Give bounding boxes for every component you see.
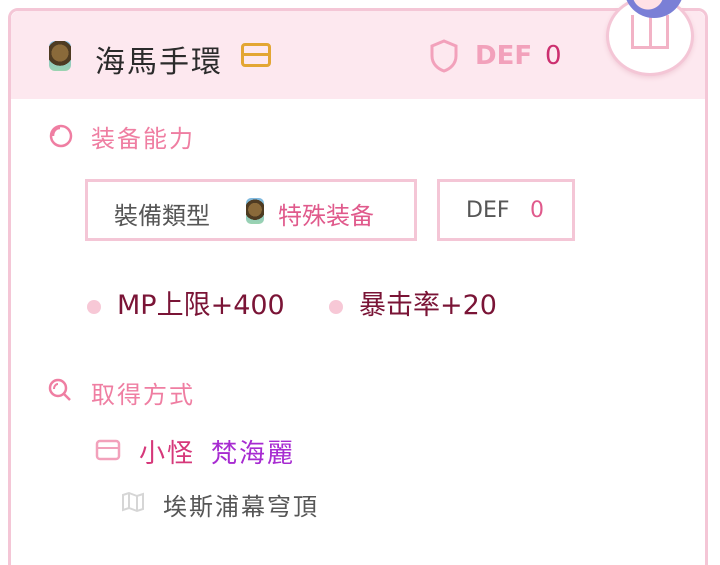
spiral-icon bbox=[49, 124, 73, 148]
bracelet-item-icon bbox=[49, 41, 71, 71]
location-name: 埃斯浦幕穹頂 bbox=[163, 493, 319, 521]
header-def-label: DEF bbox=[475, 41, 533, 71]
bullet-dot bbox=[329, 300, 343, 314]
item-detail-card: 海馬手環 DEF 0 装备能力 裝備類型 特殊装备 DEF 0 MP上限+400… bbox=[8, 8, 708, 565]
monster-name-link[interactable]: 梵海麗 bbox=[211, 433, 295, 470]
stat-crit: 暴击率+20 bbox=[359, 290, 497, 321]
def-tag: DEF 0 bbox=[437, 179, 575, 241]
bracelet-item-icon bbox=[246, 198, 264, 224]
header-def-value: 0 bbox=[545, 41, 562, 71]
item-header: 海馬手環 DEF 0 bbox=[11, 11, 705, 99]
def-tag-label: DEF bbox=[466, 198, 510, 223]
bullet-dot bbox=[87, 300, 101, 314]
source-type: 小怪 bbox=[139, 439, 196, 469]
stat-mp: MP上限+400 bbox=[117, 290, 285, 321]
acquire-section-title: 取得方式 bbox=[91, 381, 195, 409]
search-icon bbox=[48, 378, 71, 401]
equip-type-tag: 裝備類型 特殊装备 bbox=[85, 179, 417, 241]
inbox-icon bbox=[95, 439, 121, 461]
map-icon bbox=[122, 491, 144, 513]
ability-section-title: 装备能力 bbox=[91, 125, 195, 153]
def-tag-value: 0 bbox=[530, 198, 544, 223]
equip-type-value: 特殊装备 bbox=[278, 202, 374, 230]
shield-icon bbox=[430, 39, 458, 73]
avatar bbox=[616, 0, 692, 22]
equip-type-label: 裝備類型 bbox=[114, 202, 210, 230]
box-icon bbox=[241, 43, 271, 67]
item-name: 海馬手環 bbox=[95, 45, 223, 80]
